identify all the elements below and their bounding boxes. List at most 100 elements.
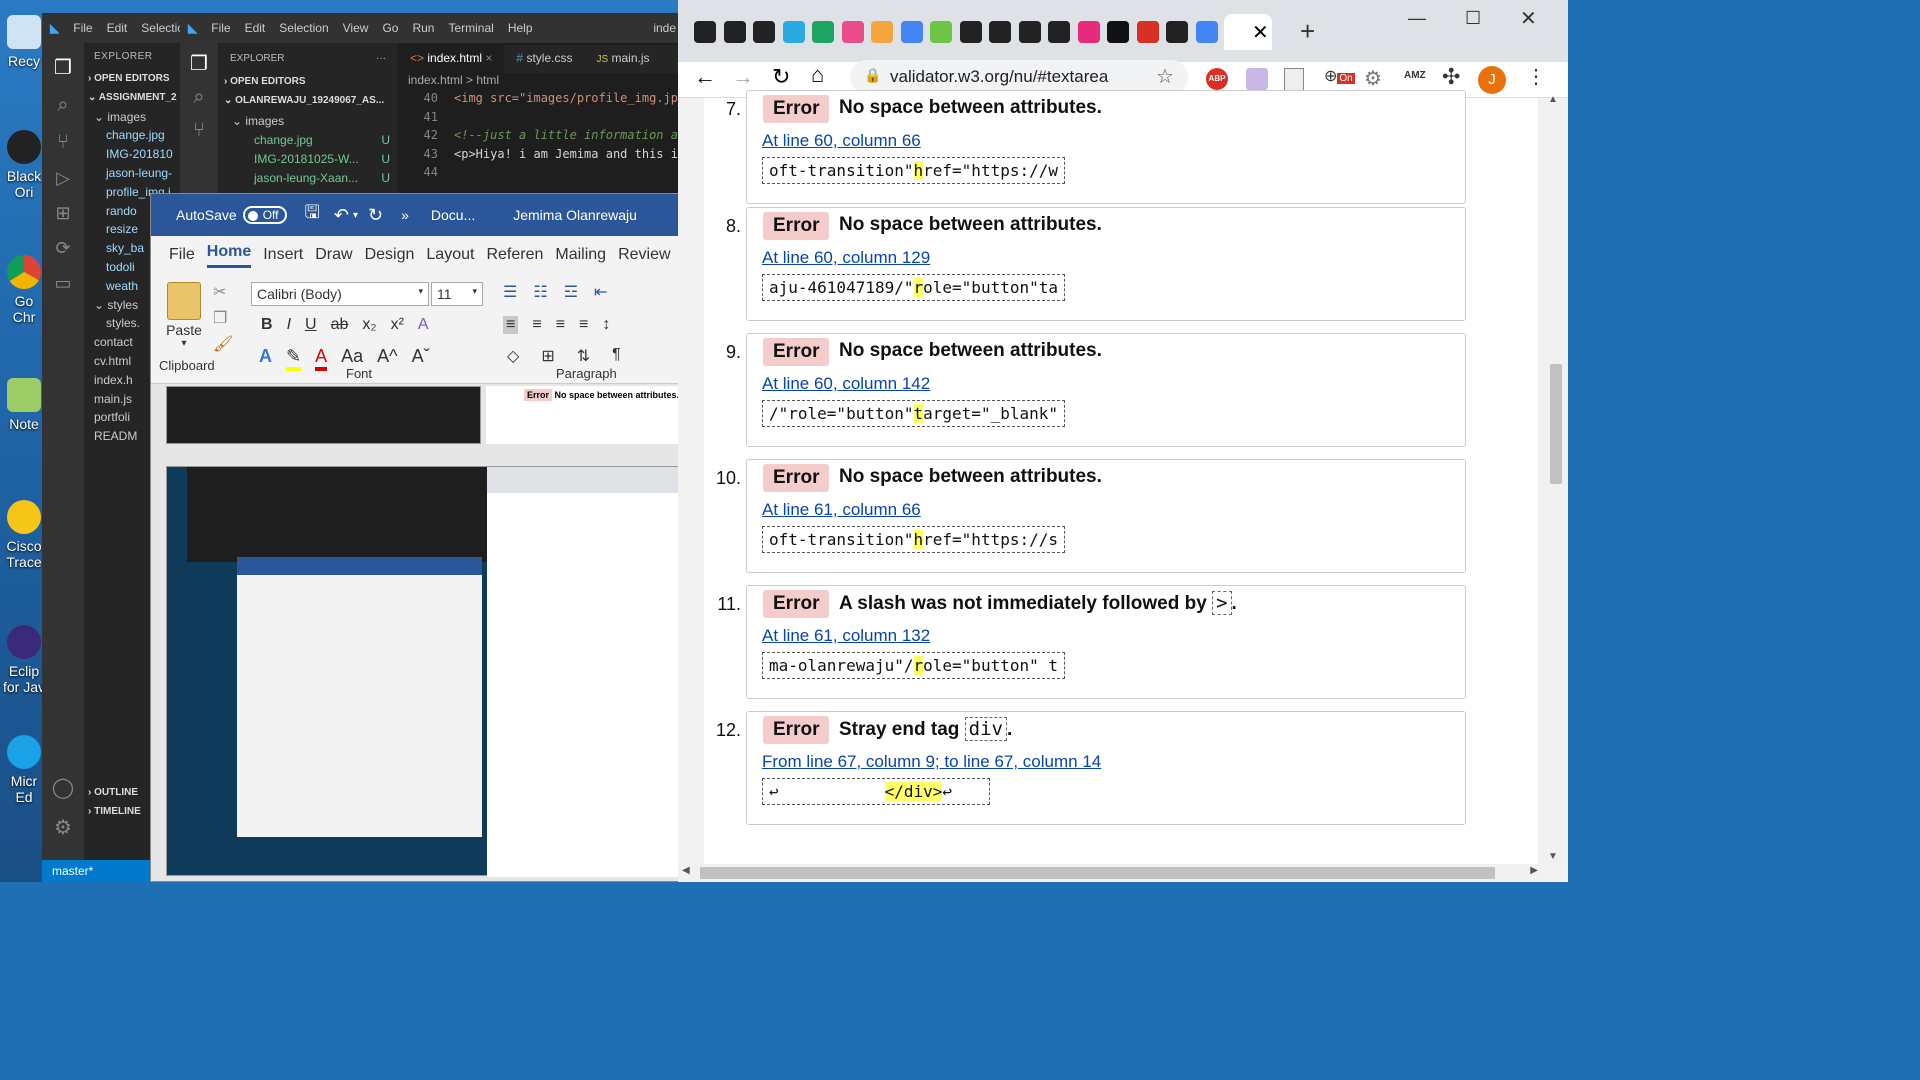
numbering-icon[interactable]: ☷ — [533, 282, 547, 302]
gear-extension-icon[interactable]: ⚙ — [1364, 66, 1382, 91]
maximize-button[interactable]: ☐ — [1465, 8, 1481, 29]
open-editors-section[interactable]: › OPEN EDITORS — [218, 74, 398, 89]
align-right-icon[interactable]: ≡ — [556, 316, 565, 334]
highlight-icon[interactable]: ✎ — [286, 346, 302, 371]
undo-dropdown-icon[interactable]: ▾ — [353, 210, 358, 221]
menu-view[interactable]: View — [343, 21, 369, 35]
scroll-left-icon[interactable]: ◀ — [682, 865, 690, 876]
code-line[interactable]: 40 <img src="images/profile_img.jp — [398, 89, 680, 108]
recycle-bin-shortcut[interactable]: Recy — [2, 15, 46, 69]
menu-kebab-icon[interactable]: ⋮ — [1526, 64, 1546, 89]
explorer-icon[interactable]: ❐ — [180, 51, 218, 76]
file-item[interactable]: IMG-20181025-W... U — [218, 150, 398, 169]
url-text[interactable]: validator.w3.org/nu/#textarea — [890, 67, 1108, 87]
code-editor[interactable]: index.html > html 40 <img src="images/pro… — [398, 73, 686, 203]
pinned-tab-favicon-icon[interactable] — [812, 21, 834, 43]
home-button[interactable]: ⌂ — [811, 62, 824, 88]
show-marks-icon[interactable]: ¶ — [612, 346, 621, 366]
strikethrough-icon[interactable]: ab — [331, 316, 349, 334]
notepad-shortcut[interactable]: Note — [2, 378, 46, 432]
project-section[interactable]: ⌄ ASSIGNMENT_2 — [84, 89, 190, 108]
pinned-tab-favicon-icon[interactable] — [753, 21, 775, 43]
document-title[interactable]: Docu... — [431, 207, 475, 223]
tab-layout[interactable]: Layout — [426, 246, 474, 264]
redo-icon[interactable]: ↻ — [368, 205, 383, 226]
folder-icon[interactable]: ▭ — [42, 273, 84, 294]
lock-icon[interactable]: 🔒 — [864, 67, 881, 84]
chrome-shortcut[interactable]: Go Chr — [2, 255, 46, 325]
scroll-down-icon[interactable]: ▼ — [1548, 851, 1558, 862]
error-location-link[interactable]: From line 67, column 9; to line 67, colu… — [762, 752, 1101, 772]
code-line[interactable]: 43 <p>Hiya! i am Jemima and this is — [398, 145, 686, 164]
text-effects-icon[interactable]: A — [259, 346, 272, 371]
autosave-toggle[interactable]: Off — [242, 206, 287, 224]
multilevel-list-icon[interactable]: ☲ — [564, 282, 578, 302]
menu-help[interactable]: Help — [508, 21, 533, 35]
tab-mailings[interactable]: Mailing — [555, 246, 606, 264]
file-item[interactable]: change.jpg U — [218, 131, 398, 150]
pinned-tab-favicon-icon[interactable] — [1107, 21, 1129, 43]
horizontal-scrollbar[interactable]: ◀ ▶ — [678, 864, 1542, 882]
tab-index-html[interactable]: <> index.html × — [398, 45, 505, 73]
menu-terminal[interactable]: Terminal — [448, 21, 493, 35]
branch-indicator[interactable]: master* — [52, 864, 93, 878]
search-icon[interactable]: ⌕ — [180, 86, 218, 109]
menu-edit[interactable]: Edit — [107, 21, 128, 35]
forward-button[interactable]: → — [732, 64, 754, 90]
explorer-icon[interactable]: ❐ — [42, 55, 84, 80]
shrink-font-icon[interactable]: Aˇ — [412, 346, 430, 371]
file-item[interactable]: jason-leung- — [84, 164, 190, 183]
back-button[interactable]: ← — [694, 64, 716, 90]
error-location-link[interactable]: At line 61, column 66 — [762, 500, 921, 520]
menu-edit[interactable]: Edit — [245, 21, 266, 35]
amz-extension-icon[interactable]: AMZ — [1404, 70, 1426, 81]
address-bar[interactable]: 🔒 validator.w3.org/nu/#textarea ☆ — [850, 60, 1188, 94]
search-icon[interactable]: ⌕ — [42, 94, 84, 117]
cisco-shortcut[interactable]: Cisco Trace — [2, 500, 46, 570]
align-center-icon[interactable]: ≡ — [532, 316, 541, 334]
code-line[interactable]: 42 <!--just a little information a — [398, 126, 680, 145]
clear-formatting-icon[interactable]: A — [418, 316, 429, 334]
vertical-scrollbar[interactable]: ▲ ▼ — [1542, 94, 1568, 864]
font-color-icon[interactable]: A — [315, 346, 328, 371]
error-location-link[interactable]: At line 60, column 142 — [762, 374, 930, 394]
folder-item[interactable]: ⌄ images — [218, 112, 398, 131]
document-extension-icon[interactable] — [1284, 68, 1304, 92]
history-icon[interactable]: ⟳ — [42, 238, 84, 259]
pinned-tab-favicon-icon[interactable] — [900, 21, 923, 43]
source-control-icon[interactable]: ⑂ — [180, 119, 218, 142]
menu-selection[interactable]: Selectio — [141, 21, 184, 35]
document-canvas[interactable]: Error No space between attributes. — [151, 384, 682, 881]
active-tab[interactable]: ✕ — [1224, 14, 1272, 50]
align-left-icon[interactable]: ≡ — [503, 316, 519, 334]
adblock-icon[interactable]: ABP — [1206, 68, 1228, 90]
error-location-link[interactable]: At line 60, column 129 — [762, 248, 930, 268]
source-control-icon[interactable]: ⑂ — [42, 131, 84, 154]
bold-icon[interactable]: B — [261, 316, 273, 334]
underline-icon[interactable]: U — [305, 316, 317, 334]
tab-draw[interactable]: Draw — [315, 246, 352, 264]
error-location-link[interactable]: At line 61, column 132 — [762, 626, 930, 646]
folder-item[interactable]: ⌄ images — [84, 108, 190, 127]
tab-home[interactable]: Home — [206, 243, 252, 268]
error-location-link[interactable]: At line 60, column 66 — [762, 131, 921, 151]
tab-main-js[interactable]: JS main.js — [584, 45, 661, 73]
extensions-icon[interactable]: ⊞ — [42, 203, 84, 224]
italic-icon[interactable]: I — [287, 316, 291, 334]
user-name[interactable]: Jemima Olanrewaju — [513, 207, 637, 223]
scroll-up-icon[interactable]: ▲ — [1548, 94, 1558, 105]
pinned-tab-favicon-icon[interactable] — [871, 21, 893, 43]
account-icon[interactable]: ◯ — [42, 775, 84, 800]
decrease-indent-icon[interactable]: ⇤ — [594, 282, 607, 302]
justify-icon[interactable]: ≡ — [579, 316, 588, 334]
code-line[interactable]: 41 — [398, 108, 680, 127]
menu-go[interactable]: Go — [382, 21, 398, 35]
sort-icon[interactable]: ⇅ — [577, 346, 590, 366]
bullets-icon[interactable]: ☰ — [503, 282, 517, 302]
pinned-tab-favicon-icon[interactable] — [1136, 21, 1159, 43]
file-item[interactable]: IMG-201810 — [84, 145, 190, 164]
tab-design[interactable]: Design — [365, 246, 415, 264]
pinned-tab-favicon-icon[interactable] — [1018, 21, 1041, 43]
file-item[interactable]: jason-leung-Xaan... U — [218, 169, 398, 188]
more-commands-icon[interactable]: » — [401, 207, 409, 223]
